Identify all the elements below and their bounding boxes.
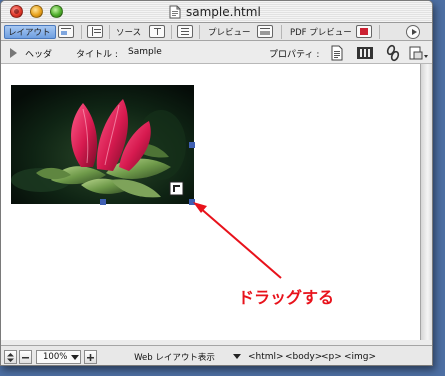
step-button[interactable] [4, 350, 17, 364]
film-icon[interactable] [356, 45, 374, 61]
breadcrumb-body[interactable]: <body> [285, 352, 322, 362]
properties-label: プロパティ : [269, 50, 320, 60]
tab-pdf-preview[interactable]: PDF プレビュー [290, 25, 352, 39]
header-toolbar: ヘッダ タイトル : Sample プロパティ : [1, 42, 432, 64]
link-icon[interactable] [386, 44, 400, 62]
tab-preview[interactable]: プレビュー [208, 25, 251, 39]
source-view-icon[interactable] [149, 25, 165, 38]
breadcrumb-p[interactable]: <p> [321, 352, 342, 362]
flower-image[interactable] [11, 85, 194, 204]
window-title-group: sample.html [169, 4, 261, 20]
tab-layout[interactable]: レイアウト [4, 25, 56, 39]
resize-handle-bottom[interactable] [100, 199, 106, 205]
pdf-view-icon[interactable] [356, 25, 372, 38]
minimize-window-button[interactable] [30, 5, 43, 18]
view-mode-select[interactable]: Web レイアウト表示 [100, 350, 246, 364]
vertical-scrollbar[interactable] [420, 64, 432, 340]
tab-pdf-preview-label: PDF プレビュー [290, 28, 352, 38]
tab-source-label: ソース [116, 28, 142, 38]
resize-handle-right[interactable] [189, 142, 195, 148]
page-icon[interactable] [330, 45, 344, 61]
disclosure-triangle-icon[interactable] [10, 48, 17, 58]
status-bar: 100% Web レイアウト表示 <html> <body> <p> <img> [1, 345, 432, 365]
breadcrumb-img[interactable]: <img> [344, 352, 376, 362]
zoom-in-button[interactable] [84, 350, 97, 364]
document-window: sample.html レイアウト ソース プレビュー PDF プレビュー ヘッ… [0, 0, 433, 366]
source-text-icon[interactable] [177, 25, 193, 38]
zoom-window-button[interactable] [50, 5, 63, 18]
document-icon [169, 5, 181, 19]
minus-icon [22, 356, 29, 358]
split-view-icon[interactable] [87, 25, 103, 38]
tab-source[interactable]: ソース [116, 25, 141, 39]
breadcrumb-html[interactable]: <html> [248, 352, 284, 362]
view-mode-value: Web レイアウト表示 [134, 353, 215, 363]
tab-layout-label: レイアウト [8, 28, 51, 38]
header-label[interactable]: ヘッダ [25, 47, 52, 60]
window-title: sample.html [186, 5, 261, 19]
title-bar[interactable]: sample.html [1, 1, 432, 23]
view-mode-dropdown-icon [233, 354, 241, 359]
layout-view-icon[interactable] [58, 25, 74, 38]
title-value[interactable]: Sample [128, 47, 162, 57]
play-preview-icon[interactable] [406, 25, 420, 39]
zoom-dropdown-icon [71, 355, 79, 360]
title-label: タイトル : [76, 50, 118, 60]
plus-icon [87, 353, 94, 361]
preview-view-icon[interactable] [257, 25, 273, 38]
zoom-out-button[interactable] [19, 350, 32, 364]
close-window-button[interactable] [10, 5, 23, 18]
zoom-select[interactable]: 100% [36, 350, 81, 364]
resize-handle-corner[interactable] [189, 199, 195, 205]
zoom-value: 100% [43, 352, 68, 362]
up-down-icon [7, 352, 14, 362]
close-icon [14, 9, 19, 14]
flower-image-art [11, 85, 194, 204]
view-tab-bar: レイアウト ソース プレビュー PDF プレビュー [1, 23, 432, 41]
object-icon[interactable] [408, 45, 430, 61]
drag-instruction: ドラッグする [238, 288, 335, 307]
tab-preview-label: プレビュー [208, 28, 251, 38]
